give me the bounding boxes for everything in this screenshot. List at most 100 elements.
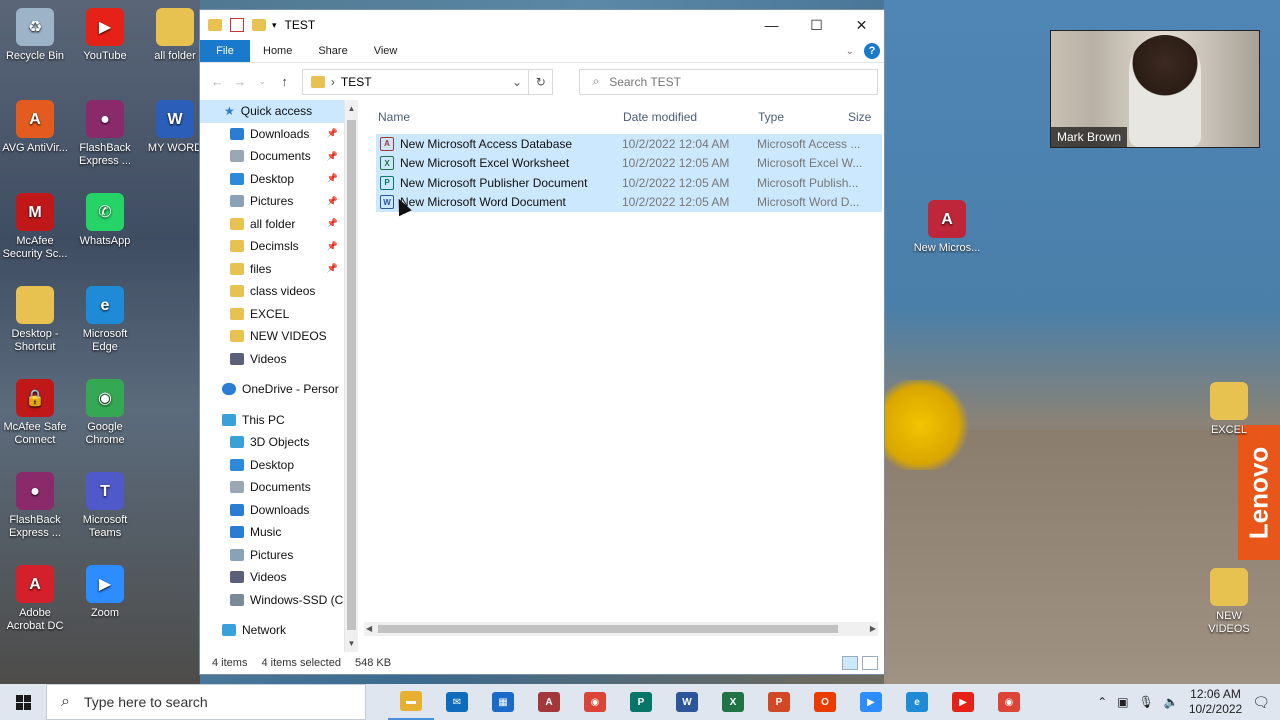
nav-item-desktop[interactable]: Desktop: [200, 454, 344, 477]
nav-item-music[interactable]: Music: [200, 521, 344, 544]
desktop-icon-microsoft-edge[interactable]: e Microsoft Edge: [70, 286, 140, 354]
scroll-left-icon[interactable]: ◀: [366, 622, 372, 636]
taskbar-search[interactable]: ⌕ Type here to search: [46, 684, 366, 720]
nav-quick-access[interactable]: ★ Quick access: [200, 100, 344, 123]
large-icons-view-button[interactable]: [862, 656, 878, 670]
taskbar-app-zoom[interactable]: ▶: [848, 684, 894, 720]
nav-item-videos[interactable]: Videos: [200, 566, 344, 589]
desktop-icon-mcafee-safe-connect[interactable]: 🔒 McAfee Safe Connect: [0, 379, 70, 447]
nav-this-pc[interactable]: This PC: [200, 409, 344, 432]
taskbar-app-powerpoint[interactable]: P: [756, 684, 802, 720]
nav-item-pictures[interactable]: Pictures 📌: [200, 190, 344, 213]
desktop-icon-flashback-express[interactable]: ● FlashBack Express ...: [0, 472, 70, 540]
tab-view[interactable]: View: [361, 40, 411, 62]
taskbar-app-office[interactable]: O: [802, 684, 848, 720]
network-icon[interactable]: ▣: [1117, 695, 1128, 709]
taskbar-app-publisher[interactable]: P: [618, 684, 664, 720]
notifications-icon[interactable]: 🗨: [1252, 694, 1270, 711]
back-button[interactable]: ←: [206, 74, 228, 89]
desktop-icon-mcafee-security-sc[interactable]: M McAfee Security Sc...: [0, 193, 70, 261]
properties-icon[interactable]: [230, 18, 244, 32]
chevron-up-icon[interactable]: ⌃: [1097, 695, 1107, 709]
scroll-down-icon[interactable]: ▼: [345, 639, 358, 648]
column-type[interactable]: Type: [738, 110, 848, 124]
desktop-icon-whatsapp[interactable]: ✆ WhatsApp: [70, 193, 140, 248]
column-size[interactable]: Size: [848, 110, 871, 124]
horizontal-scrollbar[interactable]: ◀ ▶: [364, 622, 878, 636]
desktop-icon-microsoft-teams[interactable]: T Microsoft Teams: [70, 472, 140, 540]
nav-item-documents[interactable]: Documents 📌: [200, 145, 344, 168]
close-button[interactable]: ✕: [839, 10, 884, 40]
nav-network[interactable]: Network: [200, 619, 344, 642]
desktop-icon-flashback-express[interactable]: ● FlashBack Express ...: [70, 100, 140, 168]
column-date-modified[interactable]: Date modified: [603, 110, 738, 124]
breadcrumb-test[interactable]: TEST: [341, 75, 372, 89]
scroll-up-icon[interactable]: ▲: [345, 104, 358, 113]
tab-home[interactable]: Home: [250, 40, 305, 62]
microphone-icon[interactable]: 🎙: [1139, 695, 1154, 709]
nav-item-excel[interactable]: EXCEL: [200, 303, 344, 326]
taskbar-app-store[interactable]: ▦: [480, 684, 526, 720]
tab-share[interactable]: Share: [305, 40, 360, 62]
minimize-button[interactable]: —: [749, 10, 794, 40]
scroll-right-icon[interactable]: ▶: [870, 622, 876, 636]
tab-file[interactable]: File: [200, 40, 250, 62]
desktop-icon-adobe-acrobat-dc[interactable]: A Adobe Acrobat DC: [0, 565, 70, 633]
nav-item-class-videos[interactable]: class videos: [200, 280, 344, 303]
file-row[interactable]: A New Microsoft Access Database 10/2/2022 …: [376, 134, 882, 154]
nav-item-new-videos[interactable]: NEW VIDEOS: [200, 325, 344, 348]
nav-item-videos[interactable]: Videos: [200, 348, 344, 371]
desktop-icon-recycle-bin[interactable]: ♻ Recycle Bin: [0, 8, 70, 63]
desktop-icon-zoom[interactable]: ▶ Zoom: [70, 565, 140, 620]
taskbar-app-chrome-2[interactable]: ◉: [986, 684, 1032, 720]
taskbar-app-file-explorer[interactable]: ▬: [388, 684, 434, 720]
recent-locations-button[interactable]: ⌄: [251, 77, 273, 86]
details-view-button[interactable]: [842, 656, 858, 670]
start-button[interactable]: [0, 684, 46, 720]
nav-item-pictures[interactable]: Pictures: [200, 544, 344, 567]
nav-item-3d-objects[interactable]: 3D Objects: [200, 431, 344, 454]
chevron-down-icon[interactable]: ⌄: [506, 75, 528, 89]
maximize-button[interactable]: ☐: [794, 10, 839, 40]
address-bar[interactable]: › TEST ⌄: [301, 68, 530, 95]
new-folder-icon[interactable]: [252, 19, 266, 31]
taskbar-app-access[interactable]: A: [526, 684, 572, 720]
nav-item-documents[interactable]: Documents: [200, 476, 344, 499]
nav-item-decimsls[interactable]: Decimsls 📌: [200, 235, 344, 258]
nav-onedrive[interactable]: OneDrive - Persor: [200, 378, 344, 401]
nav-item-files[interactable]: files 📌: [200, 258, 344, 281]
search-input[interactable]: ⌕ Search TEST: [579, 68, 879, 95]
refresh-button[interactable]: ↻: [529, 68, 554, 95]
taskbar-app-edge[interactable]: e: [894, 684, 940, 720]
file-row[interactable]: W New Microsoft Word Document 10/2/2022 12…: [376, 192, 882, 212]
scroll-thumb[interactable]: [347, 120, 356, 630]
volume-icon[interactable]: 🔈: [1164, 695, 1179, 709]
nav-item-desktop[interactable]: Desktop 📌: [200, 168, 344, 191]
desktop-icon-google-chrome[interactable]: ◉ Google Chrome: [70, 379, 140, 447]
forward-button[interactable]: →: [228, 74, 250, 89]
taskbar-app-youtube[interactable]: ▶: [940, 684, 986, 720]
scroll-thumb[interactable]: [378, 625, 838, 633]
nav-item-downloads[interactable]: Downloads: [200, 499, 344, 522]
expand-ribbon-icon[interactable]: ⌄: [846, 46, 854, 57]
up-button[interactable]: ↑: [273, 74, 295, 89]
clock[interactable]: 12:06 AM 10/2/2022: [1189, 687, 1242, 717]
taskbar-app-excel[interactable]: X: [710, 684, 756, 720]
column-name[interactable]: Name: [358, 110, 603, 124]
file-row[interactable]: P New Microsoft Publisher Document 10/2/20…: [376, 173, 882, 193]
nav-scrollbar[interactable]: ▲ ▼: [344, 100, 358, 652]
nav-item-windows-ssd-c[interactable]: Windows-SSD (C: [200, 589, 344, 612]
nav-item-downloads[interactable]: Downloads 📌: [200, 123, 344, 146]
title-bar[interactable]: ▾ TEST — ☐ ✕: [200, 10, 884, 40]
file-row[interactable]: X New Microsoft Excel Worksheet 10/2/2022 …: [376, 153, 882, 173]
desktop-icon-new-micros[interactable]: A New Micros...: [912, 200, 982, 255]
nav-item-all-folder[interactable]: all folder 📌: [200, 213, 344, 236]
desktop-icon-avg-antivir[interactable]: A AVG AntiVir...: [0, 100, 70, 155]
desktop-icon-desktop-shortcut[interactable]: Desktop - Shortcut: [0, 286, 70, 354]
taskbar-app-mail[interactable]: ✉: [434, 684, 480, 720]
desktop-icon-excel[interactable]: EXCEL: [1194, 382, 1264, 437]
customize-toolbar-icon[interactable]: ▾: [272, 20, 277, 31]
desktop-icon-youtube[interactable]: ▶ YouTube: [70, 8, 140, 63]
taskbar-app-word[interactable]: W: [664, 684, 710, 720]
help-icon[interactable]: ?: [864, 43, 880, 59]
